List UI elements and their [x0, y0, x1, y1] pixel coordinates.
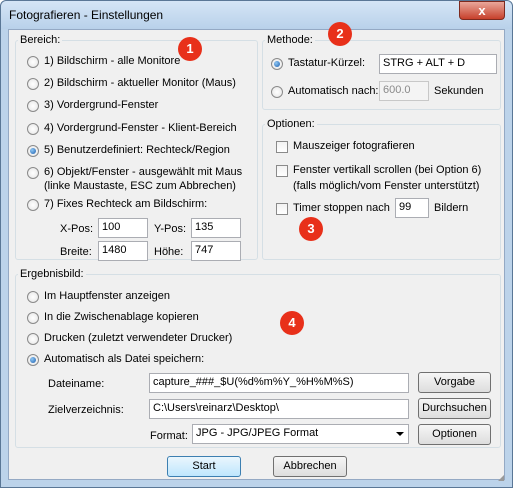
- radio-bereich-6[interactable]: [27, 167, 39, 179]
- hoehe-input[interactable]: 747: [191, 241, 241, 261]
- label-bereich-5[interactable]: 5) Benutzerdefiniert: Rechteck/Region: [44, 144, 230, 156]
- methode-legend: Methode:: [265, 34, 315, 46]
- close-button[interactable]: x: [459, 1, 505, 20]
- abbrechen-button[interactable]: Abbrechen: [273, 456, 347, 477]
- label-bereich-2[interactable]: 2) Bildschirm - aktueller Monitor (Maus): [44, 77, 236, 89]
- format-select[interactable]: JPG - JPG/JPEG Format: [192, 424, 409, 444]
- radio-bereich-2[interactable]: [27, 78, 39, 90]
- zwischenablage-label[interactable]: In die Zwischenablage kopieren: [44, 311, 199, 323]
- hotkey-input[interactable]: STRG + ALT + D: [379, 54, 497, 74]
- format-label: Format:: [150, 430, 188, 442]
- radio-datei[interactable]: [27, 354, 39, 366]
- label-bereich-6-sub: (linke Maustaste, ESC zum Abbrechen): [44, 180, 236, 192]
- checkbox-scroll[interactable]: [276, 165, 288, 177]
- checkbox-mauszeiger[interactable]: [276, 141, 288, 153]
- ergebnis-legend: Ergebnisbild:: [18, 268, 86, 280]
- ziel-input[interactable]: C:\Users\reinarz\Desktop\: [149, 399, 409, 419]
- label-bereich-7[interactable]: 7) Fixes Rechteck am Bildschirm:: [44, 198, 207, 210]
- breite-input[interactable]: 1480: [98, 241, 148, 261]
- drucken-label[interactable]: Drucken (zuletzt verwendeter Drucker): [44, 332, 232, 344]
- window-title: Fotografieren - Einstellungen: [9, 8, 164, 22]
- vorgabe-button[interactable]: Vorgabe: [418, 372, 491, 393]
- checkbox-timer[interactable]: [276, 203, 288, 215]
- radio-bereich-1[interactable]: [27, 56, 39, 68]
- optionen-button[interactable]: Optionen: [418, 424, 491, 445]
- breite-label: Breite:: [60, 246, 92, 258]
- annotation-marker-1: 1: [178, 37, 202, 61]
- radio-bereich-3[interactable]: [27, 100, 39, 112]
- ypos-label: Y-Pos:: [154, 223, 187, 235]
- hauptfenster-label[interactable]: Im Hauptfenster anzeigen: [44, 290, 170, 302]
- mauszeiger-label[interactable]: Mauszeiger fotografieren: [293, 140, 415, 152]
- radio-hauptfenster[interactable]: [27, 291, 39, 303]
- bereich-legend: Bereich:: [18, 34, 63, 46]
- auto-label[interactable]: Automatisch nach:: [288, 85, 379, 97]
- label-bereich-3[interactable]: 3) Vordergrund-Fenster: [44, 99, 158, 111]
- radio-auto[interactable]: [271, 86, 283, 98]
- radio-hotkey[interactable]: [271, 58, 283, 70]
- auto-unit-label: Sekunden: [434, 85, 484, 97]
- auto-seconds-input[interactable]: 600.0: [379, 81, 429, 101]
- label-bereich-6[interactable]: 6) Objekt/Fenster - ausgewählt mit Maus: [44, 166, 242, 178]
- dateiname-input[interactable]: capture_###_$U(%d%m%Y_%H%M%S): [149, 373, 409, 393]
- radio-zwischenablage[interactable]: [27, 312, 39, 324]
- timer-unit-label: Bildern: [434, 202, 469, 214]
- settings-window: Fotografieren - Einstellungen x Bereich:…: [0, 0, 513, 488]
- hoehe-label: Höhe:: [154, 246, 184, 258]
- dateiname-label: Dateiname:: [48, 378, 105, 390]
- format-value: JPG - JPG/JPEG Format: [196, 427, 319, 439]
- radio-bereich-4[interactable]: [27, 123, 39, 135]
- radio-drucken[interactable]: [27, 333, 39, 345]
- resize-grip-icon[interactable]: ◢: [498, 473, 508, 483]
- scroll-sub-label: (falls möglich/vom Fenster unterstützt): [293, 180, 480, 192]
- annotation-marker-4: 4: [280, 311, 304, 335]
- radio-bereich-5[interactable]: [27, 145, 39, 157]
- ergebnis-group: Ergebnisbild: Im Hauptfenster anzeigen I…: [15, 268, 501, 448]
- ypos-input[interactable]: 135: [191, 218, 241, 238]
- annotation-marker-2: 2: [328, 22, 352, 46]
- label-bereich-4[interactable]: 4) Vordergrund-Fenster - Klient-Bereich: [44, 122, 237, 134]
- radio-bereich-7[interactable]: [27, 199, 39, 211]
- start-button[interactable]: Start: [167, 456, 241, 477]
- datei-label[interactable]: Automatisch als Datei speichern:: [44, 353, 204, 365]
- timer-label[interactable]: Timer stoppen nach: [293, 202, 390, 214]
- hotkey-label[interactable]: Tastatur-Kürzel:: [288, 57, 365, 69]
- annotation-marker-3: 3: [299, 217, 323, 241]
- optionen-group: Optionen: Mauszeiger fotografieren Fenst…: [262, 118, 501, 260]
- label-bereich-1[interactable]: 1) Bildschirm - alle Monitore: [44, 55, 180, 67]
- timer-count-input[interactable]: 99: [395, 198, 429, 218]
- methode-group: Methode: Tastatur-Kürzel: STRG + ALT + D…: [262, 34, 501, 110]
- close-icon: x: [478, 3, 486, 18]
- optionen-legend: Optionen:: [265, 118, 317, 130]
- title-bar[interactable]: Fotografieren - Einstellungen x: [1, 1, 512, 29]
- ziel-label: Zielverzeichnis:: [48, 404, 124, 416]
- xpos-input[interactable]: 100: [98, 218, 148, 238]
- durchsuchen-button[interactable]: Durchsuchen: [418, 398, 491, 419]
- xpos-label: X-Pos:: [60, 223, 94, 235]
- dialog-client-area: Bereich: 1) Bildschirm - alle Monitore 2…: [8, 22, 505, 480]
- bereich-group: Bereich: 1) Bildschirm - alle Monitore 2…: [15, 34, 258, 261]
- scroll-label[interactable]: Fenster vertikall scrollen (bei Option 6…: [293, 164, 481, 176]
- chevron-down-icon: [396, 432, 404, 436]
